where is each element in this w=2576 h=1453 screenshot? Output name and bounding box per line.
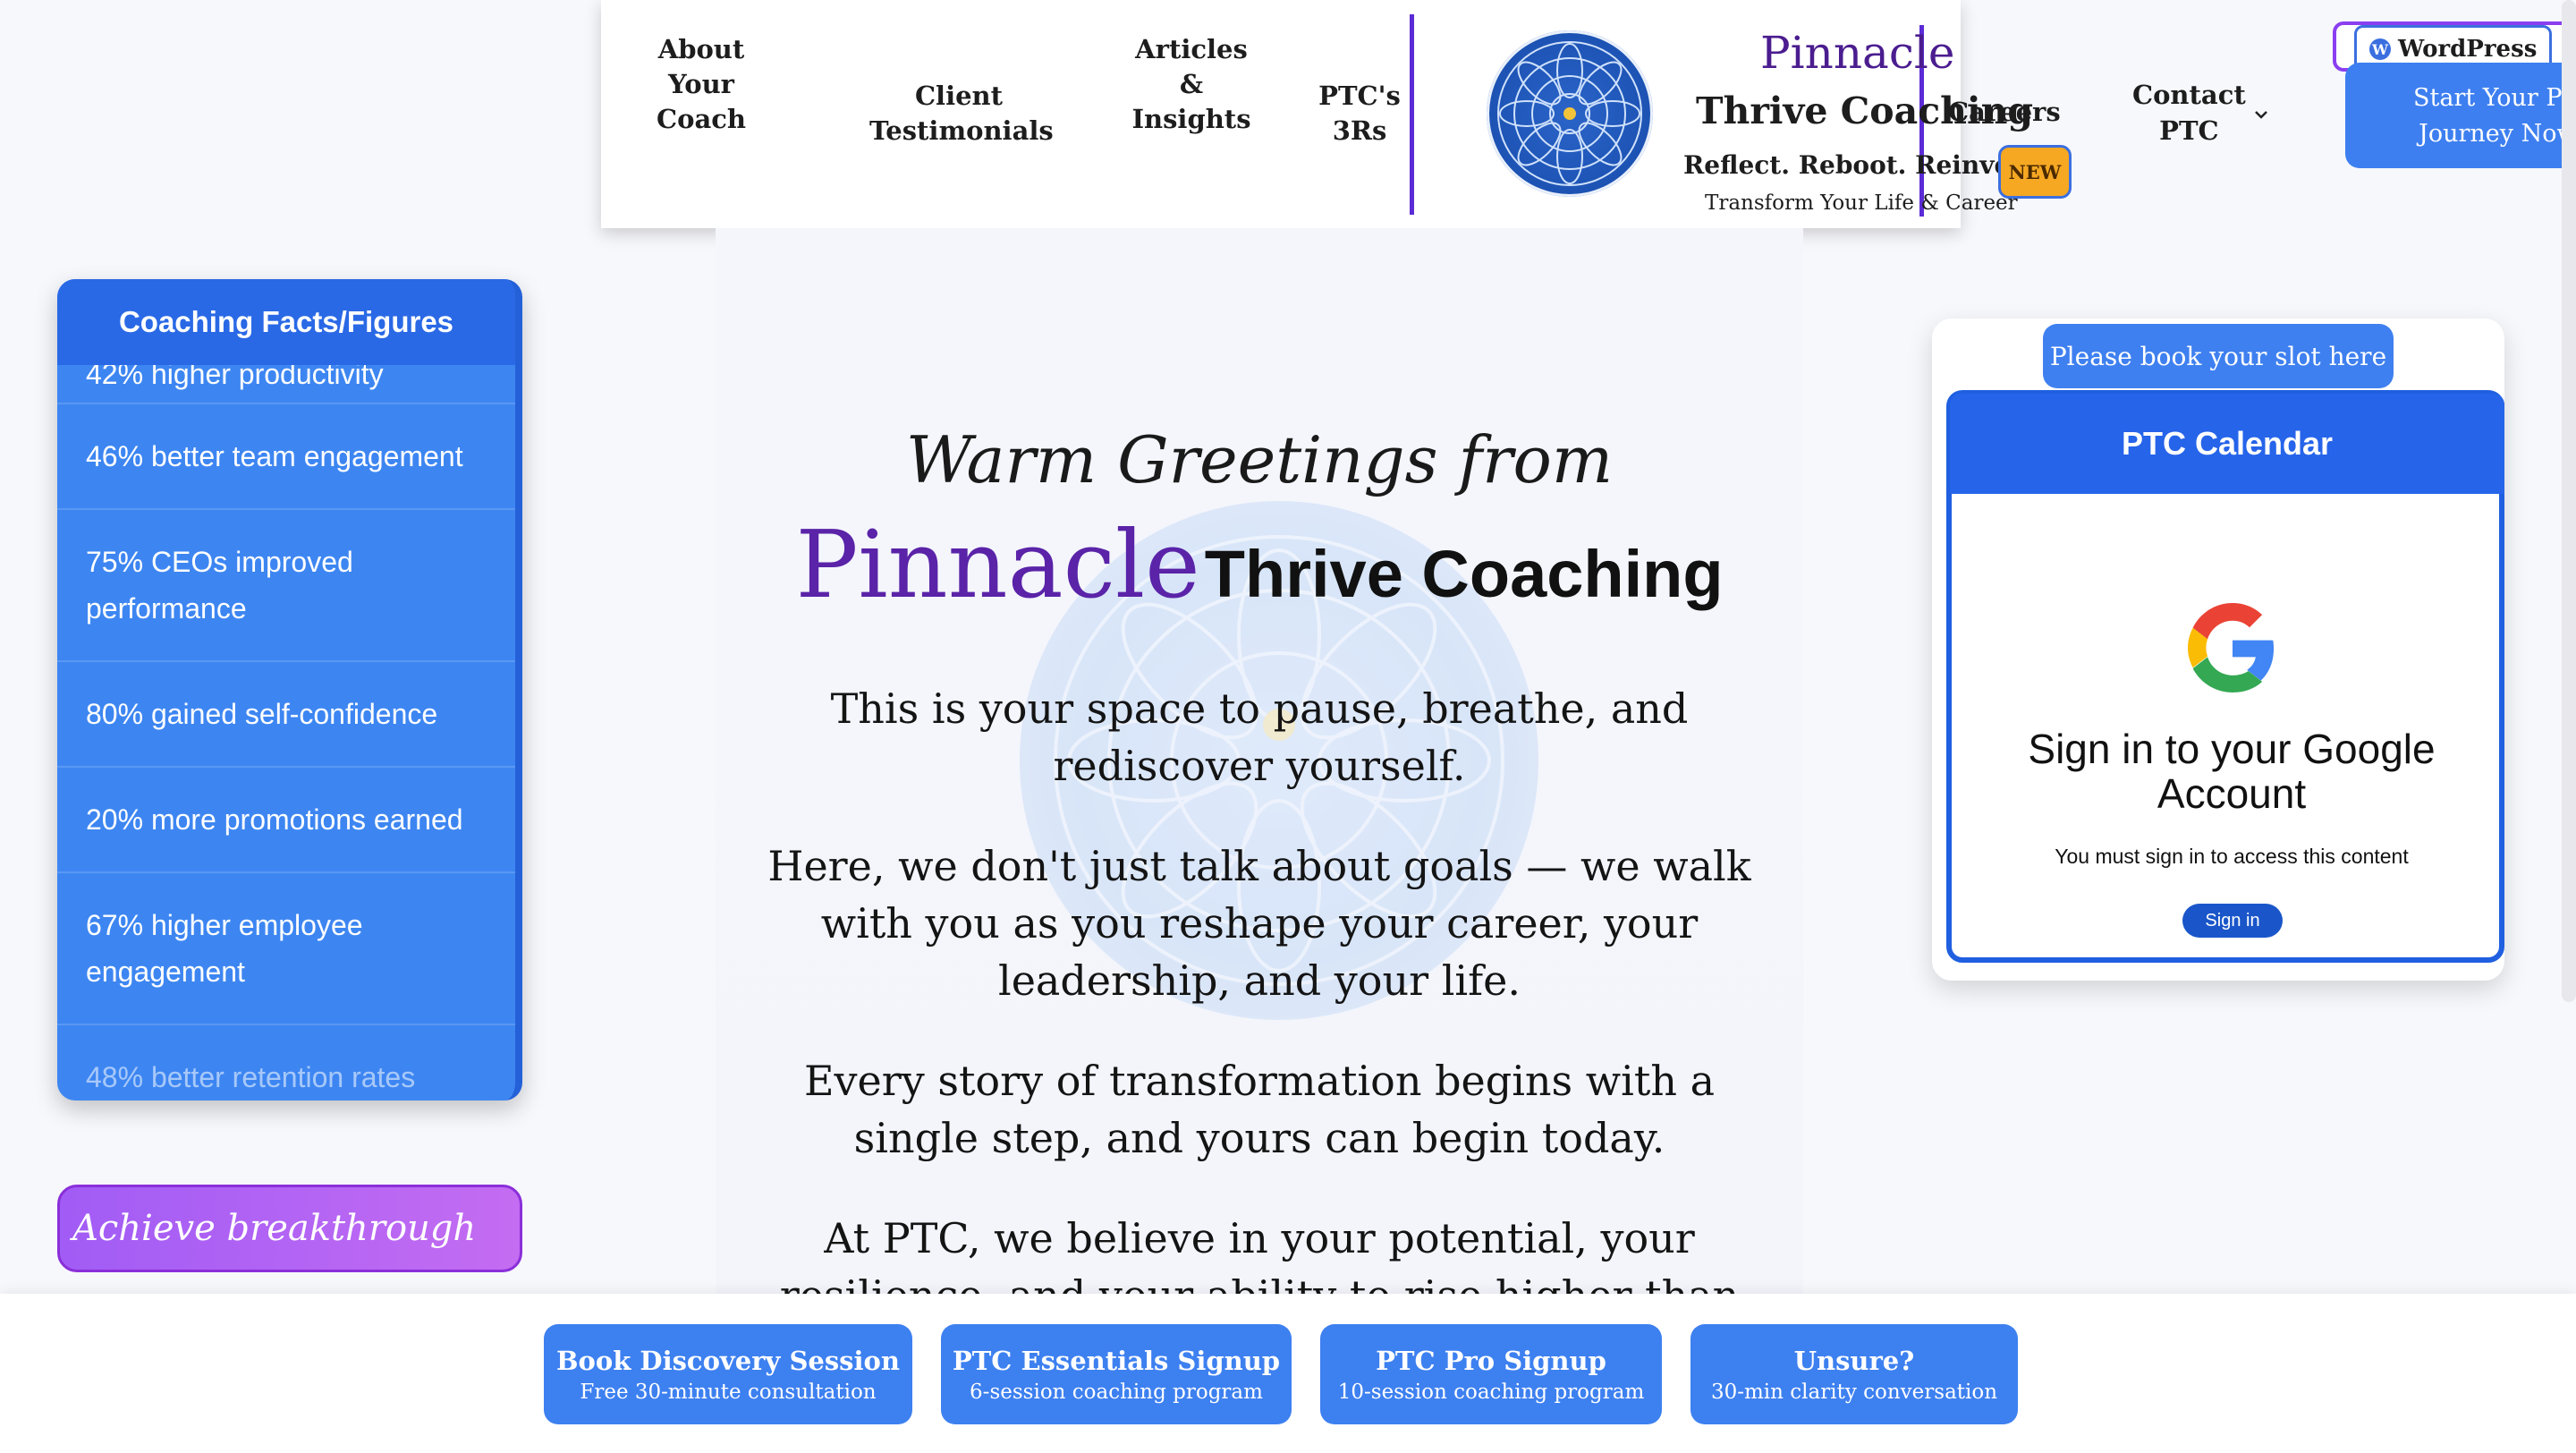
- welcome-paragraph: This is your space to pause, breathe, an…: [830, 684, 1689, 790]
- nav-label: Coach: [657, 104, 746, 134]
- nav-contact-ptc[interactable]: Contact PTC: [2132, 77, 2246, 149]
- welcome-paragraph: Here, we don't just talk about goals — w…: [767, 842, 1751, 1005]
- nav-label: &: [1179, 69, 1204, 99]
- new-badge: NEW: [1998, 145, 2072, 199]
- google-signin-title: Sign in to your Google Account: [2028, 726, 2436, 817]
- greeting-pinnacle: Pinnacle: [795, 510, 1200, 619]
- nav-label: Your: [668, 69, 734, 99]
- google-signin-button[interactable]: Sign in: [2182, 904, 2283, 938]
- brand-tagline: Reflect. Reboot. Reinvent: [1683, 150, 2040, 180]
- cta-subtitle: 6-session coaching program: [970, 1381, 1263, 1404]
- nav-label: Client: [914, 81, 1004, 111]
- start-journey-button[interactable]: Start Your PTC Journey Now: [2345, 63, 2576, 168]
- brand-logo-mandala[interactable]: [1487, 30, 1653, 197]
- nav-label: PTC's: [1318, 81, 1401, 111]
- nav-label: Testimonials: [869, 115, 1054, 146]
- cta-title: PTC Essentials Signup: [952, 1346, 1281, 1376]
- nav-label: Contact: [2132, 80, 2246, 110]
- cta-subtitle: 10-session coaching program: [1337, 1381, 1645, 1404]
- greeting-thrive-coaching: Thrive Coaching: [1204, 537, 1724, 611]
- start-journey-label: Start Your PTC: [2413, 84, 2576, 112]
- fact-item: 75% CEOs improved performance: [57, 510, 515, 662]
- nav-client-testimonials[interactable]: Client Testimonials: [869, 79, 1054, 149]
- nav-label: About: [657, 34, 745, 64]
- welcome-paragraph: Every story of transformation begins wit…: [803, 1057, 1716, 1162]
- nav-divider: [1410, 14, 1414, 215]
- wordpress-label: WordPress: [2398, 36, 2538, 63]
- greeting-brand: Pinnacle Thrive Coaching: [716, 510, 1803, 619]
- fact-item: 80% gained self-confidence: [57, 662, 515, 768]
- chevron-down-icon[interactable]: [2252, 106, 2270, 123]
- nav-ptcs-3rs[interactable]: PTC's 3Rs: [1306, 79, 1413, 149]
- nav-careers[interactable]: Careers: [1948, 97, 2061, 127]
- cta-subtitle: 30-min clarity conversation: [1710, 1381, 1998, 1404]
- nav-about-your-coach[interactable]: About Your Coach: [648, 32, 755, 137]
- brand-name[interactable]: Pinnacle: [1760, 27, 1954, 79]
- pro-signup-button[interactable]: PTC Pro Signup 10-session coaching progr…: [1320, 1324, 1662, 1424]
- achieve-results-banner[interactable]: Achieve breakthrough results: [57, 1185, 522, 1331]
- nav-label: Articles: [1135, 34, 1248, 64]
- cta-title: Unsure?: [1793, 1346, 1915, 1376]
- fact-item: 67% higher employee engagement: [57, 873, 515, 1025]
- wordpress-icon: W: [2369, 38, 2391, 60]
- start-journey-label: Journey Now: [2419, 120, 2576, 148]
- greeting-heading: Warm Greetings from: [905, 422, 1614, 497]
- book-discovery-button[interactable]: Book Discovery Session Free 30-minute co…: [544, 1324, 912, 1424]
- nav-articles-insights[interactable]: Articles & Insights: [1120, 32, 1263, 137]
- fact-item: 20% more promotions earned: [57, 768, 515, 873]
- cta-title: Book Discovery Session: [556, 1346, 900, 1376]
- nav-label: 3Rs: [1332, 115, 1387, 146]
- calendar-title: PTC Calendar: [1950, 394, 2504, 494]
- unsure-button[interactable]: Unsure? 30-min clarity conversation: [1690, 1324, 2018, 1424]
- page-scrollbar[interactable]: [2562, 0, 2576, 1002]
- fact-item: 46% better team engagement: [57, 404, 515, 510]
- google-signin-message: You must sign in to access this content: [2055, 845, 2409, 868]
- cta-title: PTC Pro Signup: [1376, 1346, 1606, 1376]
- google-icon: [2188, 603, 2275, 693]
- coaching-facts-panel[interactable]: Coaching Facts/Figures 42% higher produc…: [57, 279, 522, 1100]
- mandala-icon: [1497, 41, 1642, 186]
- fact-item: 48% better retention rates: [57, 1025, 515, 1100]
- brand-tagline-secondary: Transform Your Life & Career: [1705, 191, 2018, 215]
- book-slot-button[interactable]: Please book your slot here: [2043, 324, 2394, 388]
- essentials-signup-button[interactable]: PTC Essentials Signup 6-session coaching…: [941, 1324, 1292, 1424]
- cta-subtitle: Free 30-minute consultation: [580, 1381, 877, 1404]
- facts-title: Coaching Facts/Figures: [57, 279, 515, 365]
- nav-label: PTC: [2159, 115, 2219, 146]
- nav-label: Insights: [1131, 104, 1251, 134]
